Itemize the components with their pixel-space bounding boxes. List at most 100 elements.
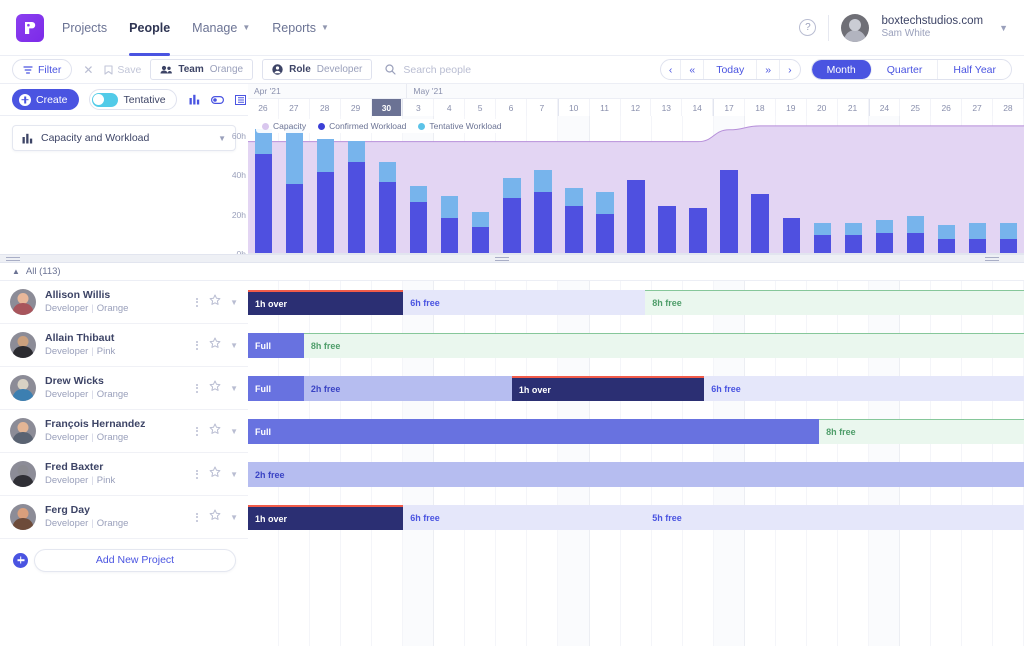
- chart-bar[interactable]: [285, 116, 304, 253]
- chevron-down-icon[interactable]: ▼: [230, 384, 238, 393]
- day-cell[interactable]: 30: [371, 99, 403, 116]
- chevron-down-icon[interactable]: ▼: [230, 341, 238, 350]
- allocation-segment[interactable]: Full: [248, 376, 304, 401]
- chevron-down-icon[interactable]: ▼: [230, 427, 238, 436]
- allocation-segment[interactable]: 1h over: [511, 376, 705, 401]
- avatar[interactable]: [10, 289, 36, 315]
- day-cell[interactable]: 19: [775, 99, 807, 116]
- allocation-segment[interactable]: 6h free: [403, 290, 646, 315]
- chart-bar[interactable]: [844, 116, 862, 253]
- day-cell[interactable]: 26: [248, 99, 279, 116]
- star-icon[interactable]: [209, 293, 221, 311]
- day-cell[interactable]: 12: [620, 99, 652, 116]
- chart-metric-select[interactable]: Capacity and Workload ▼: [12, 125, 236, 151]
- person-row[interactable]: Allison Willis Developer | Orange ▼: [0, 281, 248, 324]
- avatar[interactable]: [10, 504, 36, 530]
- chart-bar[interactable]: [254, 116, 273, 253]
- account-info[interactable]: boxtechstudios.com Sam White: [881, 14, 983, 41]
- chart-bar[interactable]: [565, 116, 583, 253]
- chart-bar[interactable]: [316, 116, 335, 253]
- chevron-down-icon[interactable]: ▼: [230, 470, 238, 479]
- allocation-segment[interactable]: 8h free: [645, 290, 1024, 315]
- nav-item-people[interactable]: People: [129, 0, 171, 56]
- allocation-segment[interactable]: 6h free: [403, 505, 646, 530]
- range-quarter[interactable]: Quarter: [872, 60, 939, 79]
- chart-bar[interactable]: [503, 116, 521, 253]
- chart-bar[interactable]: [875, 116, 893, 253]
- avatar[interactable]: [10, 418, 36, 444]
- chart-bar[interactable]: [627, 116, 645, 253]
- day-cell[interactable]: 28: [993, 99, 1024, 116]
- more-options-icon[interactable]: [194, 339, 200, 352]
- day-cell[interactable]: 26: [931, 99, 963, 116]
- nav-item-projects[interactable]: Projects: [62, 0, 107, 56]
- allocation-segment[interactable]: 1h over: [248, 505, 404, 530]
- person-row[interactable]: François Hernandez Developer | Orange ▼: [0, 410, 248, 453]
- bar-chart-icon[interactable]: [189, 94, 200, 105]
- chart-bar[interactable]: [689, 116, 707, 253]
- day-cell[interactable]: 14: [682, 99, 714, 116]
- day-cell[interactable]: 5: [465, 99, 496, 116]
- day-cell[interactable]: 17: [713, 99, 745, 116]
- star-icon[interactable]: [209, 336, 221, 354]
- add-new-project-button[interactable]: Add New Project: [13, 548, 236, 572]
- avatar[interactable]: [10, 461, 36, 487]
- day-cell[interactable]: 7: [526, 99, 558, 116]
- range-half-year[interactable]: Half Year: [938, 60, 1011, 79]
- more-options-icon[interactable]: [194, 296, 200, 309]
- day-cell[interactable]: 13: [651, 99, 683, 116]
- day-cell[interactable]: 28: [309, 99, 341, 116]
- resource-guru-logo[interactable]: [16, 13, 44, 42]
- prev-button[interactable]: ‹: [661, 60, 682, 79]
- allocation-segment[interactable]: 8h free: [819, 419, 1024, 444]
- chart-splitter[interactable]: [0, 254, 1024, 263]
- save-filter-button[interactable]: Save: [104, 64, 141, 76]
- chart-bar[interactable]: [782, 116, 800, 253]
- chip-role[interactable]: Role Developer: [262, 59, 373, 80]
- avatar[interactable]: [10, 332, 36, 358]
- day-cell[interactable]: 24: [868, 99, 901, 116]
- day-cell[interactable]: 25: [900, 99, 932, 116]
- chart-bar[interactable]: [968, 116, 987, 253]
- day-cell[interactable]: 27: [278, 99, 310, 116]
- day-cell[interactable]: 20: [806, 99, 838, 116]
- range-month[interactable]: Month: [811, 60, 872, 79]
- day-cell[interactable]: 21: [837, 99, 869, 116]
- chart-bar[interactable]: [751, 116, 769, 253]
- star-icon[interactable]: [209, 379, 221, 397]
- allocation-segment[interactable]: 2h free: [303, 376, 512, 401]
- filter-button[interactable]: Filter: [12, 59, 73, 80]
- account-chevron-down-icon[interactable]: ▼: [999, 23, 1008, 33]
- group-header-all[interactable]: ▲ All (113): [0, 263, 1024, 281]
- more-options-icon[interactable]: [194, 425, 200, 438]
- chip-team[interactable]: Team Orange: [150, 59, 254, 80]
- allocation-segment[interactable]: 8h free: [303, 333, 1024, 358]
- chevron-down-icon[interactable]: ▼: [230, 513, 238, 522]
- chart-bar[interactable]: [347, 116, 366, 253]
- create-button[interactable]: Create: [12, 89, 79, 110]
- star-icon[interactable]: [209, 422, 221, 440]
- chart-bar[interactable]: [472, 116, 490, 253]
- chart-bar[interactable]: [378, 116, 397, 253]
- splitter-grip-left[interactable]: [6, 257, 20, 261]
- person-row[interactable]: Fred Baxter Developer | Pink ▼: [0, 453, 248, 496]
- allocation-segment[interactable]: 6h free: [704, 376, 1024, 401]
- avatar[interactable]: [841, 13, 870, 42]
- person-row[interactable]: Drew Wicks Developer | Orange ▼: [0, 367, 248, 410]
- clear-filter-icon[interactable]: ✕: [81, 63, 95, 77]
- chart-bar[interactable]: [410, 116, 428, 253]
- chart-bar[interactable]: [999, 116, 1018, 253]
- chart-bar[interactable]: [937, 116, 956, 253]
- allocation-segment[interactable]: Full: [248, 419, 820, 444]
- person-row[interactable]: Ferg Day Developer | Orange ▼: [0, 496, 248, 539]
- nav-item-manage[interactable]: Manage ▼: [192, 0, 250, 56]
- search-input[interactable]: [403, 63, 554, 76]
- toggle-icon[interactable]: [210, 95, 224, 104]
- day-cell[interactable]: 11: [589, 99, 621, 116]
- chevron-down-icon[interactable]: ▼: [230, 298, 238, 307]
- day-cell[interactable]: 4: [434, 99, 466, 116]
- more-options-icon[interactable]: [194, 511, 200, 524]
- allocation-segment[interactable]: 5h free: [645, 505, 1024, 530]
- chart-bar[interactable]: [596, 116, 614, 253]
- star-icon[interactable]: [209, 508, 221, 526]
